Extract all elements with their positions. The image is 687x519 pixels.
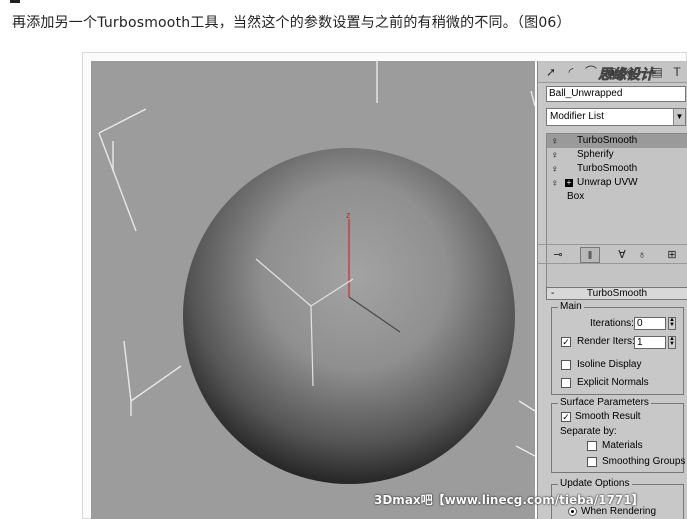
expand-plus-icon[interactable]: + bbox=[565, 179, 573, 187]
materials-checkbox[interactable] bbox=[587, 441, 597, 451]
main-group: Main Iterations: 0 ▲ ▼ ✓ Render Iters: 1 … bbox=[551, 301, 684, 395]
command-panel: ➚ ◜ ⌒ ▣ ◉ ▤ T 思缘设计 Ball_Unwrapped Modifi… bbox=[537, 61, 687, 519]
show-end-result-icon[interactable]: ‖ bbox=[580, 247, 600, 263]
when-rendering-radio[interactable] bbox=[568, 507, 577, 516]
modifier-stack: ♀ TurboSmooth ♀ Spherify ♀ TurboSmooth ♀… bbox=[546, 133, 687, 293]
stack-item-label: TurboSmooth bbox=[577, 163, 638, 174]
stack-item-box[interactable]: Box bbox=[547, 190, 687, 204]
rollout-title: TurboSmooth bbox=[586, 288, 648, 299]
page-top-bar bbox=[10, 0, 20, 3]
watermark-top: 思缘设计 bbox=[598, 66, 655, 83]
render-iters-spinner[interactable]: 1 bbox=[634, 336, 666, 349]
smooth-result-checkbox[interactable]: ✓ bbox=[561, 412, 571, 422]
stack-item-spherify[interactable]: ♀ Spherify bbox=[547, 148, 687, 162]
arc-icon[interactable]: ◜ bbox=[562, 64, 580, 80]
surface-parameters-group: Surface Parameters ✓ Smooth Result Separ… bbox=[551, 397, 686, 473]
modifier-list-label: Modifier List bbox=[550, 111, 604, 122]
stack-toolbar: ⊸ ‖ ∀ ♁ ⊞ bbox=[538, 244, 687, 264]
iterations-label: Iterations: bbox=[590, 318, 634, 329]
perspective-viewport[interactable]: z bbox=[91, 61, 535, 519]
explicit-normals-label: Explicit Normals bbox=[577, 377, 649, 388]
lightbulb-icon[interactable]: ♀ bbox=[551, 135, 559, 149]
axis-label-z: z bbox=[346, 210, 351, 220]
explicit-normals-checkbox[interactable] bbox=[561, 378, 571, 388]
stack-item-turbosmooth-top[interactable]: ♀ TurboSmooth bbox=[547, 134, 687, 148]
sphere-mesh bbox=[183, 148, 515, 484]
pin-stack-icon[interactable]: ⊸ bbox=[548, 247, 568, 263]
isoline-display-label: Isoline Display bbox=[577, 359, 642, 370]
pointer-icon[interactable]: ➚ bbox=[542, 64, 560, 80]
radio-dot bbox=[571, 510, 574, 513]
separate-by-label: Separate by: bbox=[560, 426, 617, 437]
command-panel-tabs: ➚ ◜ ⌒ ▣ ◉ ▤ T 思缘设计 bbox=[538, 61, 687, 83]
watermark-bottom: 3Dmax吧【www.linecg.com/tieba/1771】 bbox=[374, 493, 644, 507]
stack-item-unwrap-uvw[interactable]: ♀ + Unwrap UVW bbox=[547, 176, 687, 190]
chevron-down-icon[interactable]: ▼ bbox=[673, 109, 685, 125]
smoothing-groups-label: Smoothing Groups bbox=[602, 456, 686, 467]
main-group-title: Main bbox=[558, 301, 584, 313]
make-unique-icon[interactable]: ∀ bbox=[612, 247, 632, 263]
turbosmooth-rollout-header[interactable]: - TurboSmooth bbox=[546, 287, 687, 300]
stack-item-turbosmooth-lower[interactable]: ♀ TurboSmooth bbox=[547, 162, 687, 176]
stack-item-label: Unwrap UVW bbox=[577, 177, 638, 188]
lightbulb-icon[interactable]: ♀ bbox=[551, 149, 559, 163]
render-iters-spinner-arrows[interactable]: ▲ ▼ bbox=[668, 336, 676, 349]
viewport-scene: z bbox=[98, 61, 535, 484]
configure-sets-icon[interactable]: ⊞ bbox=[662, 247, 682, 263]
stack-item-label: Spherify bbox=[577, 149, 614, 160]
materials-label: Materials bbox=[602, 440, 643, 451]
render-iters-checkbox[interactable]: ✓ bbox=[561, 337, 571, 347]
update-options-title: Update Options bbox=[558, 478, 632, 490]
smoothing-groups-checkbox[interactable] bbox=[587, 457, 597, 467]
stack-item-label: TurboSmooth bbox=[577, 135, 638, 146]
modifier-list-dropdown[interactable]: Modifier List ▼ bbox=[546, 108, 686, 126]
object-name-field[interactable]: Ball_Unwrapped bbox=[546, 86, 686, 102]
iterations-spinner-arrows[interactable]: ▲ ▼ bbox=[668, 317, 676, 330]
render-iters-label: Render Iters: bbox=[577, 336, 635, 347]
lightbulb-icon[interactable]: ♀ bbox=[551, 177, 559, 191]
isoline-display-checkbox[interactable] bbox=[561, 360, 571, 370]
article-intro-text: 再添加另一个Turbosmooth工具，当然这个的参数设置与之前的有稍微的不同。… bbox=[12, 15, 571, 31]
smooth-result-label: Smooth Result bbox=[575, 411, 641, 422]
iterations-spinner[interactable]: 0 bbox=[634, 317, 666, 330]
remove-modifier-icon[interactable]: ♁ bbox=[632, 247, 652, 263]
stack-base-label: Box bbox=[567, 191, 585, 202]
lightbulb-icon[interactable]: ♀ bbox=[551, 163, 559, 177]
collapse-minus-icon: - bbox=[551, 288, 555, 299]
utilities-icon[interactable]: T bbox=[668, 64, 686, 80]
surface-parameters-title: Surface Parameters bbox=[558, 397, 651, 409]
